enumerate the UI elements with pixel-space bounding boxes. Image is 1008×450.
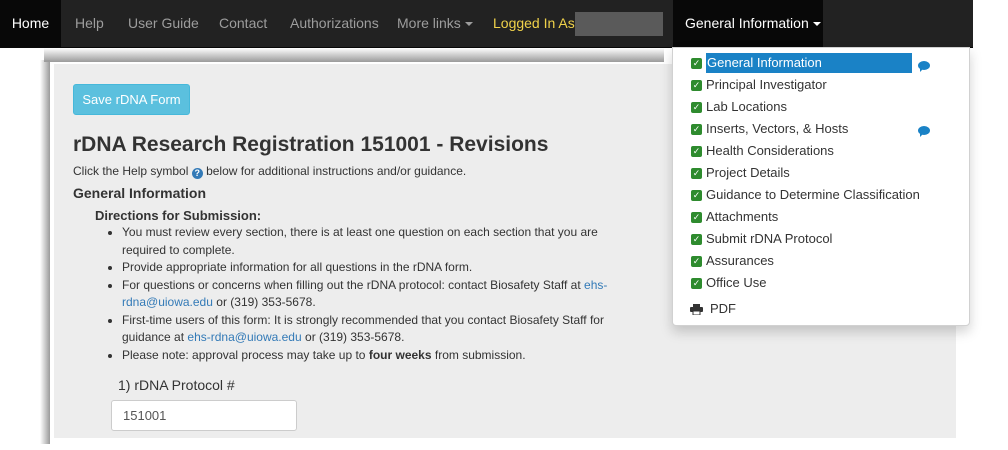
email-link[interactable]: ehs-rdna@uiowa.edu [187,330,301,344]
menu-item-label: Project Details [706,165,790,180]
menu-item-pdf[interactable]: PDF [690,299,890,319]
checkmark-icon: ✓ [691,212,702,223]
section-title: General Information [73,185,207,201]
redacted-username [575,12,663,36]
menu-item-project-details[interactable]: ✓ Project Details [691,163,961,183]
menu-item-label: Principal Investigator [706,77,827,92]
menu-item-principal-investigator[interactable]: ✓ Principal Investigator [691,75,961,95]
comment-icon[interactable] [918,61,930,72]
checkmark-icon: ✓ [691,234,702,245]
directions-list: You must review every section, there is … [103,224,642,364]
nav-general-information[interactable]: General Information [673,0,823,47]
menu-item-assurances[interactable]: ✓ Assurances [691,251,961,271]
caret-down-icon [464,22,473,27]
nav-home[interactable]: Home [0,0,61,47]
protocol-number-input[interactable] [111,400,297,431]
checkmark-icon: ✓ [691,124,702,135]
nav-more-links[interactable]: More links [397,0,473,47]
menu-item-label: Submit rDNA Protocol [706,231,833,246]
nav-general-information-label: General Information [685,15,809,31]
menu-item-health-considerations[interactable]: ✓ Health Considerations [691,141,961,161]
directions-title: Directions for Submission: [95,208,262,223]
list-item: Provide appropriate information for all … [122,259,642,277]
menu-item-label: Guidance to Determine Classification [706,187,920,202]
list-item-text: from submission. [434,347,526,362]
menu-item-label: Office Use [706,275,767,290]
page-title: rDNA Research Registration 151001 - Revi… [73,133,549,156]
list-item: Please note: approval process may take u… [122,347,642,365]
help-text-after: below for additional instructions and/or… [206,164,467,178]
list-item: For questions or concerns when filling o… [122,277,642,312]
list-item-emphasis: four weeks [368,347,432,362]
list-item-text: Please note: approval process may take u… [122,347,366,362]
checkmark-icon: ✓ [691,58,702,69]
top-navbar: Home Help User Guide Contact Authorizati… [0,0,973,48]
nav-authorizations[interactable]: Authorizations [290,0,379,47]
save-rdna-form-button[interactable]: Save rDNA Form [73,84,190,115]
list-item: You must review every section, there is … [122,224,642,259]
menu-item-attachments[interactable]: ✓ Attachments [691,207,961,227]
menu-item-label: Lab Locations [706,99,787,114]
menu-item-guidance-classification[interactable]: ✓ Guidance to Determine Classification [691,185,961,205]
page-shadow [40,60,50,444]
checkmark-icon: ✓ [691,146,702,157]
checkmark-icon: ✓ [691,190,702,201]
page-shadow [44,48,664,62]
printer-icon [690,304,703,315]
help-instruction: Click the Help symbol ? below for additi… [73,164,466,179]
nav-more-links-label: More links [397,15,461,31]
checkmark-icon: ✓ [691,102,702,113]
comment-icon[interactable] [918,126,930,137]
menu-item-label: Health Considerations [706,143,834,158]
menu-item-lab-locations[interactable]: ✓ Lab Locations [691,97,961,117]
checkmark-icon: ✓ [691,278,702,289]
help-text-before: Click the Help symbol [73,164,189,178]
protocol-number-label: 1) rDNA Protocol # [118,377,235,393]
menu-item-submit-protocol[interactable]: ✓ Submit rDNA Protocol [691,229,961,249]
menu-item-label: General Information [706,53,912,73]
list-item-text: or (319) 353-5678. [216,295,316,309]
caret-down-icon [812,22,821,27]
general-information-dropdown: ✓ General Information ✓ Principal Invest… [672,47,970,326]
list-item: First-time users of this form: It is str… [122,312,642,347]
checkmark-icon: ✓ [691,80,702,91]
checkmark-icon: ✓ [691,256,702,267]
menu-item-label: Inserts, Vectors, & Hosts [706,121,849,136]
menu-item-label: PDF [710,301,736,316]
list-item-text: or (319) 353-5678. [305,330,405,344]
checkmark-icon: ✓ [691,168,702,179]
help-icon[interactable]: ? [191,168,203,179]
nav-user-guide[interactable]: User Guide [128,0,199,47]
logged-in-label: Logged In As: [493,15,579,31]
nav-help[interactable]: Help [75,0,104,47]
nav-contact[interactable]: Contact [219,0,267,47]
menu-item-office-use[interactable]: ✓ Office Use [691,273,961,293]
menu-item-label: Attachments [706,209,779,224]
list-item-text: For questions or concerns when filling o… [122,277,581,292]
menu-item-label: Assurances [706,253,774,268]
